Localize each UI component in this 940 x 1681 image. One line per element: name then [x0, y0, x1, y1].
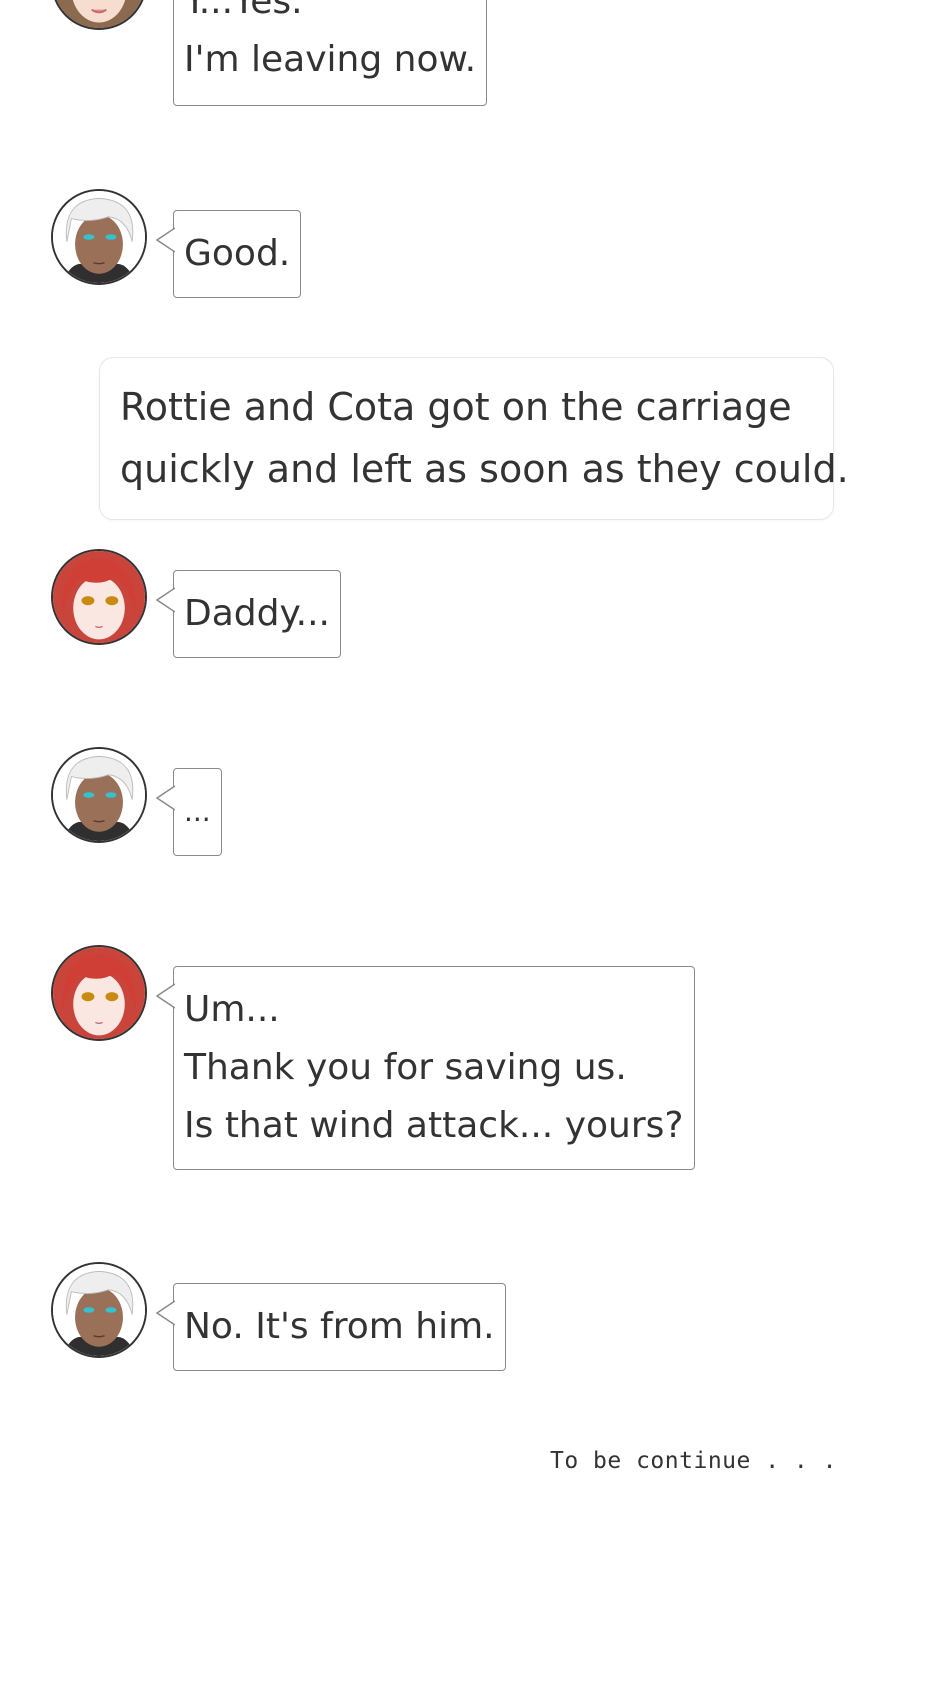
bubble-line: Daddy...	[184, 593, 330, 634]
bubble-line: No. It's from him.	[184, 1306, 495, 1347]
bubble-line: Thank you for saving us.	[184, 1047, 627, 1088]
red-haired-girl-avatar-icon	[51, 945, 147, 1041]
narration-line: quickly and left as soon as they could.	[120, 447, 849, 491]
bubble-line: Y...Yes.	[184, 0, 303, 22]
chat-bubble: ...	[155, 768, 222, 856]
white-haired-man-avatar-icon	[51, 747, 147, 843]
white-haired-man-avatar-icon	[51, 1262, 147, 1358]
bubble-tail	[155, 227, 175, 253]
to-be-continued-text: To be continue . . .	[550, 1448, 837, 1474]
chat-bubble: Um... Thank you for saving us. Is that w…	[155, 966, 695, 1170]
narration-box: Rottie and Cota got on the carriage quic…	[99, 357, 849, 520]
red-haired-girl-avatar-icon	[51, 549, 147, 645]
chat-bubble: Good.	[155, 210, 302, 298]
bubble-line: Good.	[184, 233, 291, 274]
bubble-line: Is that wind attack... yours?	[184, 1105, 684, 1146]
bubble-line: Um...	[184, 989, 280, 1030]
chat-bubble: Y...Yes. I'm leaving now.	[173, 0, 488, 106]
chat-bubble: No. It's from him.	[155, 1283, 506, 1371]
bubble-tail	[155, 1300, 175, 1326]
narration-line: Rottie and Cota got on the carriage	[120, 385, 792, 429]
bubble-tail	[155, 983, 175, 1009]
white-haired-man-avatar-icon	[51, 189, 147, 285]
bubble-tail	[155, 587, 175, 613]
bubble-tail	[155, 785, 175, 811]
chat-bubble: Daddy...	[155, 570, 341, 658]
bubble-line: ...	[184, 795, 211, 828]
bubble-line: I'm leaving now.	[184, 39, 477, 80]
brown-haired-woman-avatar-icon	[51, 0, 147, 30]
